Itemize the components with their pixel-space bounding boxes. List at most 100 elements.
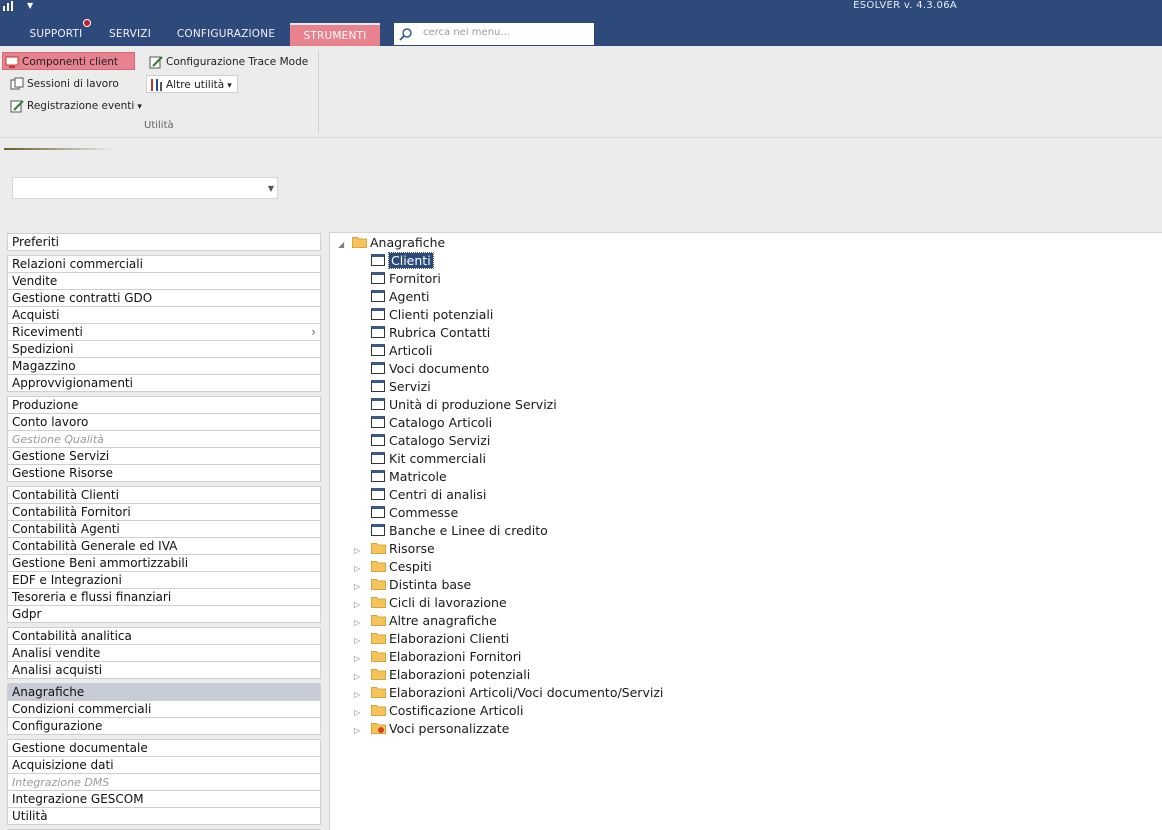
tree-folder[interactable]: ▷ Elaborazioni potenziali (354, 666, 530, 684)
configurazione-trace-mode-label: Configurazione Trace Mode (166, 56, 309, 68)
tree-folder[interactable]: ▷ Distinta base (354, 576, 471, 594)
tree-folder[interactable]: ▷ Elaborazioni Clienti (354, 630, 509, 648)
menu-item[interactable]: Gestione Servizi (8, 448, 320, 465)
tab-strumenti[interactable]: STRUMENTI (290, 23, 380, 46)
folder-icon (371, 705, 386, 716)
folder-icon (371, 651, 386, 662)
tab-servizi[interactable]: SERVIZI (104, 23, 156, 46)
menu-item[interactable]: Contabilità Fornitori (8, 504, 320, 521)
menu-item[interactable]: Contabilità Clienti (8, 487, 320, 504)
tree-item[interactable]: Commesse (371, 504, 458, 522)
tree-folder-anagrafiche[interactable]: ◢ Anagrafiche (338, 234, 445, 252)
tree-label: Banche e Linee di credito (389, 523, 548, 538)
tree-item[interactable]: Clienti (371, 252, 434, 270)
tree-item[interactable]: Agenti (371, 288, 429, 306)
tree-folder[interactable]: ▷ Altre anagrafiche (354, 612, 497, 630)
menu-item[interactable]: Tesoreria e flussi finanziari (8, 589, 320, 606)
tree-folder[interactable]: ▷ Risorse (354, 540, 435, 558)
menu-item[interactable]: Approvvigionamenti (8, 375, 320, 392)
form-icon (371, 416, 385, 428)
menu-item[interactable]: Anagrafiche (8, 684, 320, 701)
tree-item[interactable]: Fornitori (371, 270, 441, 288)
tree-item[interactable]: Matricole (371, 468, 447, 486)
menu-item[interactable]: Vendite (8, 273, 320, 290)
form-icon (371, 344, 385, 356)
tree-folder[interactable]: ▷ Voci personalizzate (354, 720, 509, 738)
tree-label: Clienti (388, 252, 434, 269)
menu-item[interactable]: EDF e Integrazioni (8, 572, 320, 589)
menu-item[interactable]: Gdpr (8, 606, 320, 623)
menu-item[interactable]: Acquisti (8, 307, 320, 324)
quick-access-dropdown-icon[interactable]: ▼ (27, 1, 33, 10)
menu-item-label: Integrazione DMS (12, 776, 110, 789)
menu-item[interactable]: Conto lavoro (8, 414, 320, 431)
chevron-down-icon: ▾ (137, 102, 142, 112)
componenti-client-button[interactable]: Componenti client (2, 52, 135, 70)
tree-item[interactable]: Catalogo Articoli (371, 414, 492, 432)
tree-item[interactable]: Unità di produzione Servizi (371, 396, 557, 414)
menu-item[interactable]: Configurazione (8, 718, 320, 735)
menu-group: Contabilità Clienti Contabilità Fornitori… (7, 486, 321, 623)
tree-item[interactable]: Clienti potenziali (371, 306, 493, 324)
altre-utilita-dropdown[interactable]: Altre utilità ▾ (146, 75, 238, 93)
menu-item[interactable]: Utilità (8, 808, 320, 825)
sessioni-di-lavoro-button[interactable]: Sessioni di lavoro (8, 75, 119, 93)
chevron-down-icon: ▾ (227, 81, 232, 91)
menu-item-label: Integrazione GESCOM (12, 792, 144, 806)
menu-item[interactable]: Spedizioni (8, 341, 320, 358)
menu-item[interactable]: Analisi vendite (8, 645, 320, 662)
menu-item[interactable]: Ricevimenti › (8, 324, 320, 341)
tab-configurazione[interactable]: CONFIGURAZIONE (168, 23, 284, 46)
tree-item[interactable]: Banche e Linee di credito (371, 522, 548, 540)
tree-item[interactable]: Articoli (371, 342, 433, 360)
sessions-icon (10, 77, 24, 90)
menu-item-label: Gestione documentale (12, 741, 148, 755)
menu-item[interactable]: Condizioni commerciali (8, 701, 320, 718)
chevron-down-icon[interactable]: ▼ (268, 184, 274, 193)
trace-mode-icon (149, 56, 163, 69)
menu-item[interactable]: Analisi acquisti (8, 662, 320, 679)
tree-item[interactable]: Rubrica Contatti (371, 324, 490, 342)
menu-item[interactable]: Contabilità Generale ed IVA (8, 538, 320, 555)
event-log-icon (10, 100, 24, 113)
tree-item[interactable]: Servizi (371, 378, 431, 396)
tree-label: Fornitori (389, 271, 441, 286)
menu-search-box[interactable]: cerca nei menu... (394, 23, 594, 45)
menu-item[interactable]: Magazzino (8, 358, 320, 375)
tree-item[interactable]: Voci documento (371, 360, 489, 378)
tree-folder[interactable]: ▷ Costificazione Articoli (354, 702, 523, 720)
tree-collapse-icon[interactable]: ◢ (338, 236, 352, 254)
tree-folder[interactable]: ▷ Cicli di lavorazione (354, 594, 507, 612)
tree-folder[interactable]: ▷ Cespiti (354, 558, 432, 576)
tab-supporti[interactable]: SUPPORTI (20, 23, 92, 46)
menu-item[interactable]: Gestione Beni ammortizzabili (8, 555, 320, 572)
altre-utilita-label: Altre utilità (166, 79, 225, 91)
registrazione-eventi-button[interactable]: Registrazione eventi ▾ (8, 97, 142, 115)
menu-item[interactable]: Integrazione GESCOM (8, 791, 320, 808)
tree-label: Commesse (389, 505, 459, 520)
notification-badge (83, 19, 91, 27)
menu-item[interactable]: Acquisizione dati (8, 757, 320, 774)
menu-item: Gestione Qualità (8, 431, 320, 448)
tree-label: Rubrica Contatti (389, 325, 491, 340)
company-selector[interactable]: ▼ (12, 177, 278, 199)
menu-item[interactable]: Contabilità Agenti (8, 521, 320, 538)
menu-item-label: Preferiti (12, 235, 59, 249)
tree-item[interactable]: Catalogo Servizi (371, 432, 490, 450)
menu-item[interactable]: Gestione Risorse (8, 465, 320, 482)
menu-item-label: Gdpr (12, 607, 42, 621)
menu-item[interactable]: Gestione contratti GDO (8, 290, 320, 307)
tree-folder[interactable]: ▷ Elaborazioni Articoli/Voci documento/Se… (354, 684, 663, 702)
search-placeholder[interactable]: cerca nei menu... (423, 27, 510, 38)
menu-item[interactable]: Relazioni commerciali (8, 256, 320, 273)
menu-item[interactable]: Produzione (8, 397, 320, 414)
tree-expand-icon[interactable]: ▷ (354, 722, 371, 740)
tree-item[interactable]: Centri di analisi (371, 486, 486, 504)
menu-item[interactable]: Gestione documentale (8, 740, 320, 757)
tree-item[interactable]: Kit commerciali (371, 450, 486, 468)
tree-folder[interactable]: ▷ Elaborazioni Fornitori (354, 648, 521, 666)
menu-item[interactable]: Contabilità analitica (8, 628, 320, 645)
menu-item[interactable]: Preferiti (8, 234, 320, 251)
app-logo-icon[interactable] (2, 1, 16, 11)
configurazione-trace-mode-button[interactable]: Configurazione Trace Mode (147, 53, 308, 71)
